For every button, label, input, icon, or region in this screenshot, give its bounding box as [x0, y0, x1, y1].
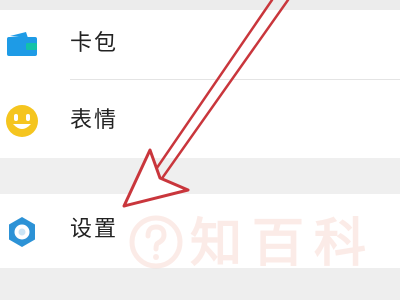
menu-label-wallet: 卡包	[70, 31, 119, 56]
bottom-separator	[0, 268, 400, 300]
menu-label-settings: 设置	[70, 217, 119, 242]
menu-item-wallet[interactable]: 卡包	[0, 10, 400, 80]
top-separator	[0, 0, 400, 10]
smiley-icon	[4, 103, 40, 139]
wallet-icon	[4, 26, 40, 62]
menu-item-settings[interactable]: 设置	[0, 194, 400, 268]
menu-item-stickers[interactable]: 表情	[0, 80, 400, 158]
section-separator	[0, 158, 400, 194]
settings-gear-icon	[4, 214, 40, 250]
menu-label-stickers: 表情	[70, 108, 119, 133]
